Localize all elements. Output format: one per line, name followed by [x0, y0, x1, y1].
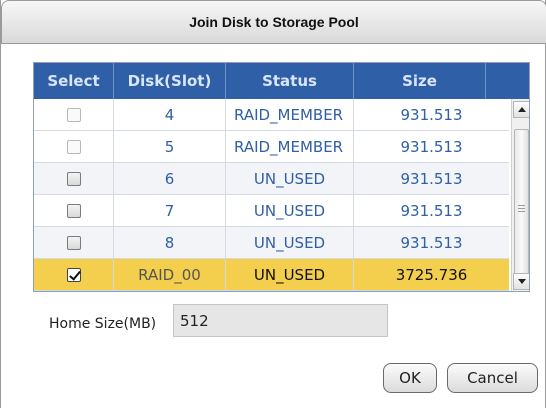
column-header-size: Size [354, 63, 486, 99]
row-checkbox [66, 139, 81, 154]
grip-icon [518, 205, 525, 213]
column-header-disk: Disk(Slot) [114, 63, 226, 99]
size-cell: 931.513 [400, 169, 463, 188]
row-checkbox-checked[interactable] [66, 267, 81, 282]
status-cell: UN_USED [226, 259, 354, 290]
home-size-input[interactable] [173, 304, 388, 337]
column-header-filler [486, 63, 529, 99]
status-cell: UN_USED [226, 227, 354, 258]
triangle-up-icon [517, 107, 526, 112]
row-checkbox[interactable] [66, 203, 81, 218]
scroll-down-button[interactable] [513, 273, 529, 290]
disk-slot-cell: 6 [114, 163, 226, 194]
scrollbar-thumb[interactable] [514, 129, 529, 289]
table-row[interactable]: 7 UN_USED 931.513 [34, 195, 509, 227]
disk-table: Select Disk(Slot) Status Size 4 RAID_MEM… [33, 62, 530, 292]
dialog-title: Join Disk to Storage Pool [189, 14, 359, 30]
table-row-selected[interactable]: RAID_00 UN_USED 3725.736 [34, 259, 509, 291]
disk-slot-cell: 8 [114, 227, 226, 258]
disk-slot-cell: 4 [114, 99, 226, 130]
size-cell: 3725.736 [395, 265, 468, 284]
join-disk-dialog: Join Disk to Storage Pool Select Disk(Sl… [0, 0, 546, 408]
disk-slot-cell: 7 [114, 195, 226, 226]
size-cell: 931.513 [400, 105, 463, 124]
size-cell: 931.513 [400, 233, 463, 252]
status-cell: RAID_MEMBER [226, 99, 354, 130]
status-cell: UN_USED [226, 195, 354, 226]
scroll-up-button[interactable] [513, 101, 529, 118]
cancel-button[interactable]: Cancel [447, 363, 538, 393]
status-cell: RAID_MEMBER [226, 131, 354, 162]
table-row[interactable]: 6 UN_USED 931.513 [34, 163, 509, 195]
column-header-status: Status [226, 63, 354, 99]
table-row[interactable]: 5 RAID_MEMBER 931.513 [34, 131, 509, 163]
table-scrollbar[interactable] [511, 99, 529, 291]
home-size-label: Home Size(MB) [49, 316, 157, 332]
disk-slot-cell: RAID_00 [114, 259, 226, 290]
row-checkbox[interactable] [66, 235, 81, 250]
ok-button[interactable]: OK [383, 363, 437, 393]
status-cell: UN_USED [226, 163, 354, 194]
disk-slot-cell: 5 [114, 131, 226, 162]
table-row[interactable]: 4 RAID_MEMBER 931.513 [34, 99, 509, 131]
row-checkbox[interactable] [66, 171, 81, 186]
dialog-titlebar[interactable]: Join Disk to Storage Pool [1, 0, 546, 44]
row-checkbox [66, 107, 81, 122]
size-cell: 931.513 [400, 201, 463, 220]
table-row[interactable]: 8 UN_USED 931.513 [34, 227, 509, 259]
size-cell: 931.513 [400, 137, 463, 156]
table-body: 4 RAID_MEMBER 931.513 5 RAID_MEMBER 931.… [34, 99, 509, 291]
column-header-select: Select [34, 63, 114, 99]
triangle-down-icon [517, 279, 526, 284]
table-header: Select Disk(Slot) Status Size [34, 63, 529, 99]
